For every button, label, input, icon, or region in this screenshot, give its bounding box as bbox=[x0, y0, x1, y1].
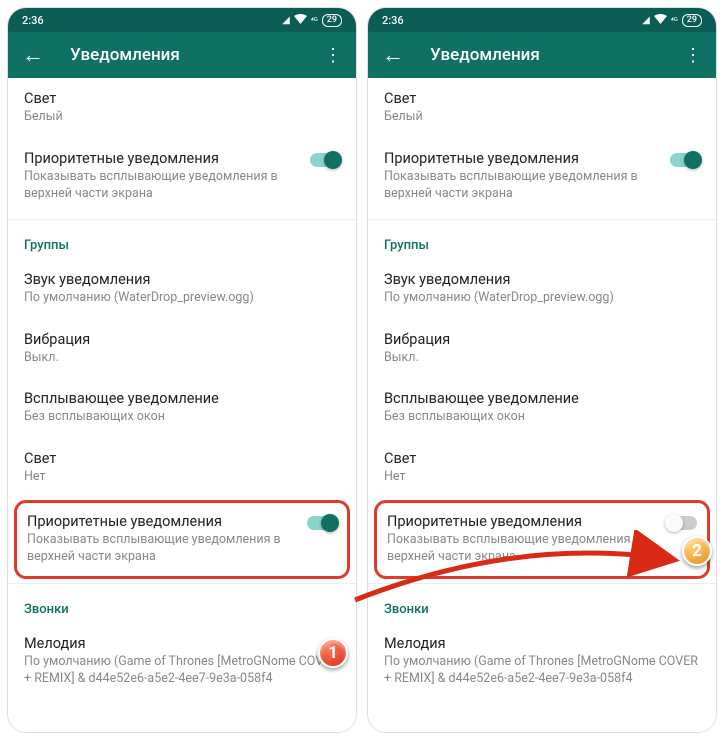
row-melody-sub: По умолчанию (Game of Thrones [MetroGNom… bbox=[24, 654, 340, 688]
divider bbox=[8, 219, 356, 220]
row-priority-box-title: Приоритетные уведомления bbox=[387, 513, 659, 530]
row-notification-sound[interactable]: Звук уведомления По умолчанию (WaterDrop… bbox=[368, 259, 716, 319]
divider bbox=[8, 583, 356, 584]
row-ringtone[interactable]: Мелодия По умолчанию (Game of Thrones [M… bbox=[8, 623, 356, 700]
row-vibration[interactable]: Вибрация Выкл. bbox=[368, 319, 716, 379]
row-light2-title: Свет bbox=[24, 450, 340, 467]
row-light-title: Свет bbox=[24, 90, 340, 107]
row-vibration-title: Вибрация bbox=[24, 331, 340, 348]
back-arrow-icon[interactable]: ← bbox=[22, 42, 44, 68]
battery-icon: 29 bbox=[682, 14, 702, 27]
status-time: 2:36 bbox=[382, 14, 404, 27]
settings-content: Свет Белый Приоритетные уведомления Пока… bbox=[368, 78, 716, 732]
row-popup-sub: Без всплывающих окон bbox=[384, 409, 700, 426]
status-icons: ◢ ⁴ᴳ 29 bbox=[282, 14, 342, 27]
row-vibration-title: Вибрация bbox=[384, 331, 700, 348]
section-calls: Звонки bbox=[8, 588, 356, 623]
row-sound-sub: По умолчанию (WaterDrop_preview.ogg) bbox=[24, 290, 340, 307]
row-light2-sub: Нет bbox=[24, 469, 340, 486]
page-title: Уведомления bbox=[430, 45, 684, 65]
row-popup-title: Всплывающее уведомление bbox=[24, 390, 340, 407]
row-light2-sub: Нет bbox=[384, 469, 700, 486]
row-vibration-sub: Выкл. bbox=[384, 350, 700, 367]
divider bbox=[368, 219, 716, 220]
row-priority-sub: Показывать всплывающие уведомления в вер… bbox=[384, 169, 662, 203]
row-light[interactable]: Свет Белый bbox=[368, 78, 716, 138]
row-priority-groups[interactable]: Приоритетные уведомления Показывать вспл… bbox=[387, 513, 697, 566]
priority-toggle[interactable] bbox=[670, 153, 700, 167]
row-priority-sub: Показывать всплывающие уведомления в вер… bbox=[24, 169, 302, 203]
annotation-badge-2: 2 bbox=[682, 536, 712, 566]
row-priority-notifications[interactable]: Приоритетные уведомления Показывать вспл… bbox=[8, 138, 356, 215]
row-priority-title: Приоритетные уведомления bbox=[384, 150, 662, 167]
row-priority-box-title: Приоритетные уведомления bbox=[27, 513, 299, 530]
row-melody-title: Мелодия bbox=[24, 635, 340, 652]
row-light2-title: Свет bbox=[384, 450, 700, 467]
row-light-title: Свет bbox=[384, 90, 700, 107]
row-priority-box-sub: Показывать всплывающие уведомления в вер… bbox=[387, 532, 659, 566]
row-sound-sub: По умолчанию (WaterDrop_preview.ogg) bbox=[384, 290, 700, 307]
volte-icon: ⁴ᴳ bbox=[311, 16, 318, 25]
volte-icon: ⁴ᴳ bbox=[671, 16, 678, 25]
priority-groups-toggle-off[interactable] bbox=[667, 516, 697, 530]
battery-icon: 29 bbox=[322, 14, 342, 27]
status-time: 2:36 bbox=[22, 14, 44, 27]
row-light-groups[interactable]: Свет Нет bbox=[368, 438, 716, 498]
status-bar: 2:36 ◢ ⁴ᴳ 29 bbox=[8, 8, 356, 32]
row-melody-title: Мелодия bbox=[384, 635, 700, 652]
priority-toggle[interactable] bbox=[310, 153, 340, 167]
row-vibration[interactable]: Вибрация Выкл. bbox=[8, 319, 356, 379]
settings-content: Свет Белый Приоритетные уведомления Пока… bbox=[8, 78, 356, 732]
priority-groups-toggle-on[interactable] bbox=[307, 516, 337, 530]
highlight-box-right: Приоритетные уведомления Показывать вспл… bbox=[374, 500, 710, 579]
overflow-menu-icon[interactable]: ⋮ bbox=[684, 45, 702, 66]
row-ringtone[interactable]: Мелодия По умолчанию (Game of Thrones [M… bbox=[368, 623, 716, 700]
phone-left: 2:36 ◢ ⁴ᴳ 29 ← Уведомления ⋮ Свет Белый bbox=[8, 8, 356, 732]
status-icons: ◢ ⁴ᴳ 29 bbox=[642, 14, 702, 27]
wifi-icon bbox=[654, 14, 667, 27]
wifi-icon bbox=[294, 14, 307, 27]
highlight-box-left: Приоритетные уведомления Показывать вспл… bbox=[14, 500, 350, 579]
app-header: ← Уведомления ⋮ bbox=[368, 32, 716, 78]
row-priority-title: Приоритетные уведомления bbox=[24, 150, 302, 167]
overflow-menu-icon[interactable]: ⋮ bbox=[324, 45, 342, 66]
section-groups: Группы bbox=[8, 224, 356, 259]
row-light-sub: Белый bbox=[24, 109, 340, 126]
row-popup-title: Всплывающее уведомление bbox=[384, 390, 700, 407]
app-header: ← Уведомления ⋮ bbox=[8, 32, 356, 78]
row-sound-title: Звук уведомления bbox=[384, 271, 700, 288]
row-priority-groups[interactable]: Приоритетные уведомления Показывать вспл… bbox=[27, 513, 337, 566]
row-popup-sub: Без всплывающих окон bbox=[24, 409, 340, 426]
row-notification-sound[interactable]: Звук уведомления По умолчанию (WaterDrop… bbox=[8, 259, 356, 319]
status-bar: 2:36 ◢ ⁴ᴳ 29 bbox=[368, 8, 716, 32]
row-popup[interactable]: Всплывающее уведомление Без всплывающих … bbox=[8, 378, 356, 438]
back-arrow-icon[interactable]: ← bbox=[382, 42, 404, 68]
row-popup[interactable]: Всплывающее уведомление Без всплывающих … bbox=[368, 378, 716, 438]
row-melody-sub: По умолчанию (Game of Thrones [MetroGNom… bbox=[384, 654, 700, 688]
annotation-badge-1: 1 bbox=[318, 638, 348, 668]
page-title: Уведомления bbox=[70, 45, 324, 65]
row-light-groups[interactable]: Свет Нет bbox=[8, 438, 356, 498]
row-vibration-sub: Выкл. bbox=[24, 350, 340, 367]
signal-icon: ◢ bbox=[282, 15, 290, 26]
signal-icon: ◢ bbox=[642, 15, 650, 26]
section-groups: Группы bbox=[368, 224, 716, 259]
row-sound-title: Звук уведомления bbox=[24, 271, 340, 288]
phone-right: 2:36 ◢ ⁴ᴳ 29 ← Уведомления ⋮ Свет Белый bbox=[368, 8, 716, 732]
row-light-sub: Белый bbox=[384, 109, 700, 126]
section-calls: Звонки bbox=[368, 588, 716, 623]
divider bbox=[368, 583, 716, 584]
row-light[interactable]: Свет Белый bbox=[8, 78, 356, 138]
row-priority-notifications[interactable]: Приоритетные уведомления Показывать вспл… bbox=[368, 138, 716, 215]
row-priority-box-sub: Показывать всплывающие уведомления в вер… bbox=[27, 532, 299, 566]
